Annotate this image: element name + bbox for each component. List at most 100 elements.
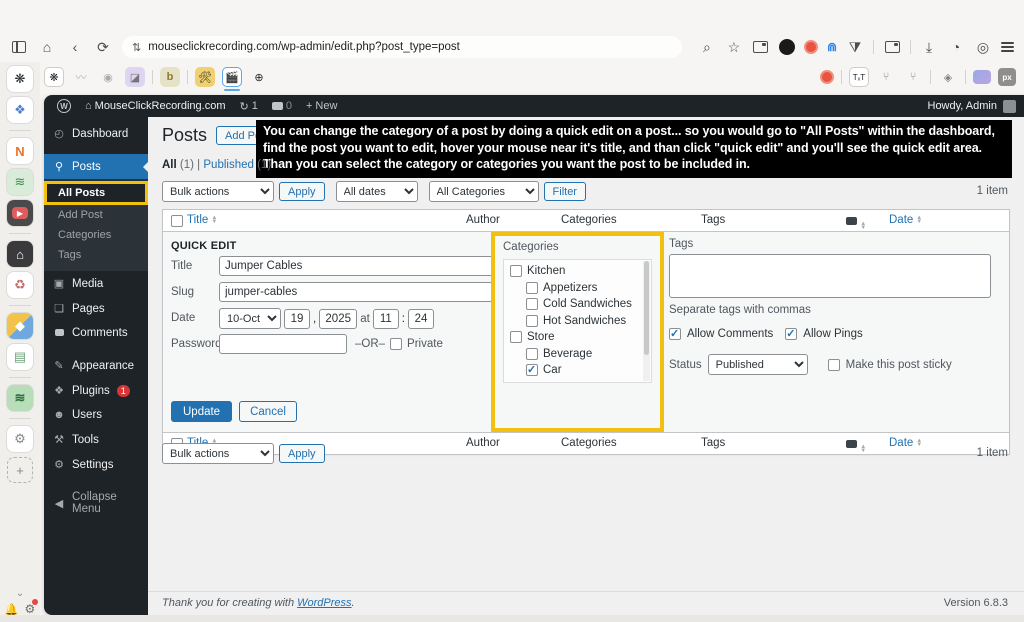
category-checkbox[interactable] — [510, 265, 522, 277]
bookmark-faded-icon-1[interactable]: 〰 — [71, 67, 91, 87]
new-tab-icon[interactable]: ⊕ — [249, 67, 269, 87]
sidebar-item-plugins[interactable]: ❖ Plugins 1 — [44, 378, 148, 403]
column-comments[interactable]: ▲▼ — [846, 216, 866, 230]
apply-button-bottom[interactable]: Apply — [279, 444, 325, 463]
dock-document-icon[interactable]: ▤ — [7, 344, 33, 370]
bookmark-claw-icon-2[interactable]: ⑂ — [903, 67, 923, 87]
download-icon[interactable]: ⤓ — [920, 38, 938, 56]
column-title[interactable]: Title▲▼ — [187, 214, 217, 226]
sidebar-item-media[interactable]: ▣ Media — [44, 271, 148, 296]
update-button[interactable]: Update — [171, 401, 232, 422]
menu-icon[interactable] — [1001, 42, 1014, 52]
category-checkbox[interactable] — [526, 282, 538, 294]
slug-input[interactable] — [219, 282, 509, 302]
dock-spotify-icon[interactable]: ≋ — [7, 385, 33, 411]
notifications-bell-icon[interactable]: 🔔 — [5, 603, 19, 616]
column-comments[interactable]: ▲▼ — [846, 439, 866, 453]
allow-comments-checkbox[interactable] — [669, 328, 681, 340]
bookmark-chatgpt-icon[interactable]: ❋ — [44, 67, 64, 87]
sidebar-item-all-posts[interactable]: All Posts — [44, 181, 148, 205]
sidebar-item-posts[interactable]: ⚲ Posts — [44, 154, 148, 179]
dock-add-icon[interactable]: + — [7, 457, 33, 483]
sidebar-item-users[interactable]: ☻ Users — [44, 403, 148, 427]
dock-gear-icon[interactable]: ⚙ — [7, 426, 33, 452]
sidebar-item-dashboard[interactable]: ◴ Dashboard — [44, 121, 148, 146]
dock-swirl-icon[interactable]: ♻ — [7, 272, 33, 298]
bulk-actions-select[interactable]: Bulk actions — [162, 181, 274, 202]
sidebar-item-tools[interactable]: ⚒ Tools — [44, 427, 148, 452]
bookmark-toolbox-icon[interactable]: 🛠 — [195, 67, 215, 87]
dock-scribble-icon[interactable]: ≋ — [7, 169, 33, 195]
bookmark-txt-icon[interactable]: TₓT — [849, 67, 869, 87]
cancel-button[interactable]: Cancel — [239, 401, 297, 422]
dock-collapse-chevron-icon[interactable]: ⌄ — [16, 588, 24, 599]
dock-youtube-icon[interactable]: ▶ — [7, 200, 33, 226]
sidebar-item-tags[interactable]: Tags — [44, 245, 148, 265]
save-page-icon[interactable] — [883, 38, 901, 56]
apply-button[interactable]: Apply — [279, 182, 325, 201]
reload-icon[interactable]: ⟳ — [94, 38, 112, 56]
private-checkbox[interactable] — [390, 338, 402, 350]
sidebar-item-pages[interactable]: ❏ Pages — [44, 296, 148, 321]
category-cold-sandwiches[interactable]: Cold Sandwiches — [526, 298, 651, 310]
url-text[interactable]: mouseclickrecording.com/wp-admin/edit.ph… — [148, 41, 460, 53]
sidebar-item-appearance[interactable]: ✎ Appearance — [44, 353, 148, 378]
admin-avatar[interactable] — [1003, 100, 1016, 113]
year-input[interactable] — [319, 309, 357, 329]
bookmark-b-icon[interactable]: b — [160, 67, 180, 87]
bookmark-claw-icon-1[interactable]: ⑂ — [876, 67, 896, 87]
category-beverage[interactable]: Beverage — [526, 348, 651, 360]
sidebar-item-comments[interactable]: Comments — [44, 321, 148, 345]
categories-filter-select[interactable]: All Categories — [429, 181, 539, 202]
broadcast-icon[interactable]: ⋒ — [827, 40, 837, 54]
category-car[interactable]: Car — [526, 364, 651, 376]
column-date[interactable]: Date▲▼ — [889, 437, 922, 449]
extension-orange-icon[interactable] — [804, 40, 818, 54]
hour-input[interactable] — [373, 309, 399, 329]
allow-pings-checkbox[interactable] — [785, 328, 797, 340]
bookmark-purple-icon[interactable]: ◪ — [125, 67, 145, 87]
categories-scrollbar[interactable] — [643, 261, 650, 381]
site-settings-icon[interactable]: ⇅ — [132, 41, 141, 54]
bookmark-px-icon[interactable]: px — [998, 68, 1016, 86]
password-input[interactable] — [219, 334, 347, 354]
wordpress-link[interactable]: WordPress — [297, 597, 351, 609]
sidebar-item-settings[interactable]: ⚙ Settings — [44, 452, 148, 477]
category-appetizers[interactable]: Appetizers — [526, 282, 651, 294]
category-checkbox[interactable] — [526, 298, 538, 310]
bookmark-faded-icon-2[interactable]: ◉ — [98, 67, 118, 87]
bookmark-orange-icon[interactable] — [820, 70, 834, 84]
category-checkbox[interactable] — [526, 348, 538, 360]
tags-textarea[interactable] — [669, 254, 991, 298]
category-checkbox[interactable] — [526, 315, 538, 327]
howdy-label[interactable]: Howdy, Admin — [928, 100, 998, 112]
settings-gear-badge-icon[interactable]: ⚙ — [24, 602, 35, 616]
history-icon[interactable]: ◔ — [947, 38, 965, 56]
select-all-checkbox[interactable] — [171, 215, 183, 227]
address-bar[interactable]: ⇅ mouseclickrecording.com/wp-admin/edit.… — [122, 36, 682, 58]
wp-logo-icon[interactable]: W — [52, 95, 76, 117]
reader-mode-icon[interactable] — [752, 38, 770, 56]
dock-bubbles-icon[interactable]: ❖ — [7, 97, 33, 123]
category-kitchen[interactable]: Kitchen — [510, 265, 651, 277]
category-checkbox-checked[interactable] — [526, 364, 538, 376]
zoom-icon[interactable]: ⌕ — [698, 38, 716, 56]
profile-avatar[interactable] — [779, 39, 795, 55]
bookmark-clapper-icon-active-tab[interactable]: 🎬 — [222, 67, 242, 87]
filter-button[interactable]: Filter — [544, 182, 586, 201]
minute-input[interactable] — [408, 309, 434, 329]
dock-bridge-icon[interactable]: ⌂ — [7, 241, 33, 267]
sidebar-item-categories[interactable]: Categories — [44, 225, 148, 245]
bookmark-diamond-icon[interactable]: ◈ — [938, 67, 958, 87]
status-select[interactable]: Published — [708, 354, 808, 375]
category-hot-sandwiches[interactable]: Hot Sandwiches — [526, 315, 651, 327]
bulk-actions-select-bottom[interactable]: Bulk actions — [162, 443, 274, 464]
month-select[interactable]: 10-Oct — [219, 308, 281, 329]
site-name[interactable]: MouseClickRecording.com — [95, 100, 226, 112]
day-input[interactable] — [284, 309, 310, 329]
new-menu-item[interactable]: + New — [301, 95, 343, 117]
title-input[interactable] — [219, 256, 509, 276]
dock-n-app-icon[interactable]: N — [7, 138, 33, 164]
sidebar-toggle-icon[interactable] — [10, 38, 28, 56]
sidebar-item-collapse-menu[interactable]: ◀ Collapse Menu — [44, 485, 148, 521]
